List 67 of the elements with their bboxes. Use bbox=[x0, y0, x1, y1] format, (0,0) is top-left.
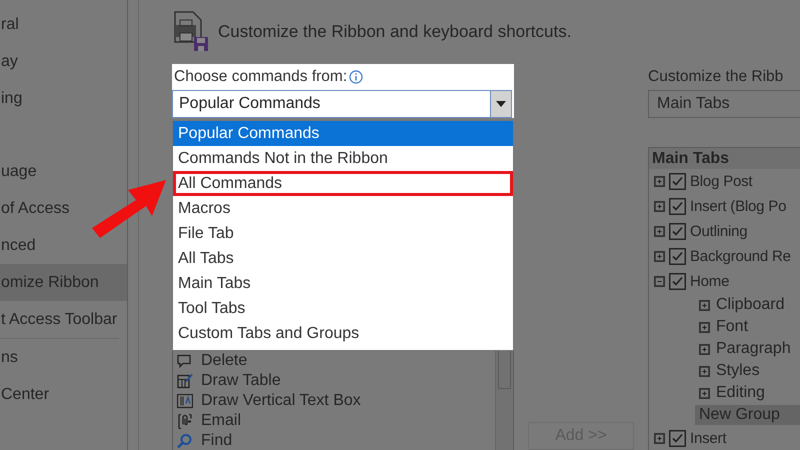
sidebar-item[interactable]: Center bbox=[0, 376, 127, 413]
caret-icon bbox=[496, 101, 506, 107]
menu-option[interactable]: Commands Not in the Ribbon bbox=[173, 146, 513, 171]
paperclip-icon bbox=[177, 414, 193, 428]
command-item[interactable]: Delete bbox=[201, 352, 248, 370]
dropdown[interactable]: Main Tabs bbox=[648, 90, 800, 118]
command-item[interactable]: Draw Vertical Text Box bbox=[201, 392, 361, 410]
tree-item[interactable]: Outlining bbox=[690, 223, 748, 240]
tree-item[interactable]: Background Re bbox=[690, 248, 791, 265]
expand-icon[interactable] bbox=[654, 251, 665, 262]
search-icon bbox=[177, 434, 193, 448]
expand-icon[interactable] bbox=[654, 201, 665, 212]
tree-item[interactable]: Font bbox=[716, 318, 748, 336]
collapse-icon[interactable] bbox=[654, 276, 665, 287]
sidebar-item[interactable]: ay bbox=[0, 43, 127, 80]
checkbox[interactable] bbox=[669, 198, 686, 215]
command-item[interactable]: Email bbox=[201, 412, 242, 430]
printer-icon bbox=[172, 11, 210, 53]
sidebar-item[interactable]: ral bbox=[0, 6, 127, 43]
tree-item[interactable]: Home bbox=[690, 273, 730, 290]
expand-icon[interactable] bbox=[699, 388, 710, 398]
menu-option[interactable]: Custom Tabs and Groups bbox=[173, 321, 513, 346]
expand-icon[interactable] bbox=[699, 300, 710, 310]
checkbox[interactable] bbox=[669, 430, 686, 447]
expand-icon[interactable] bbox=[654, 176, 665, 187]
menu-option[interactable]: Tool Tabs bbox=[173, 296, 513, 321]
comment-icon bbox=[177, 354, 193, 368]
tree-heading: Main Tabs bbox=[649, 148, 800, 169]
text-box-icon bbox=[177, 394, 193, 408]
expand-icon[interactable] bbox=[699, 344, 710, 354]
menu-option[interactable]: All Tabs bbox=[173, 246, 513, 271]
sidebar-item[interactable]: of Access bbox=[0, 190, 127, 227]
tree-item[interactable]: Styles bbox=[716, 362, 760, 380]
tree-item[interactable]: Paragraph bbox=[716, 340, 791, 358]
field-label: Customize the Ribb bbox=[648, 67, 784, 87]
tree-item[interactable]: Blog Post bbox=[690, 173, 752, 190]
sidebar-item[interactable]: omize Ribbon bbox=[0, 264, 127, 301]
menu-option[interactable]: Macros bbox=[173, 196, 513, 221]
expand-icon[interactable] bbox=[699, 366, 710, 376]
field-label: Choose commands from: bbox=[174, 67, 348, 87]
expand-icon[interactable] bbox=[654, 226, 665, 237]
tree-item[interactable]: Clipboard bbox=[716, 296, 784, 314]
section-heading: Customize the Ribbon and keyboard shortcuts. bbox=[218, 22, 572, 42]
expand-icon[interactable] bbox=[654, 433, 665, 444]
sidebar-item[interactable]: t Access Toolbar bbox=[0, 301, 127, 338]
expand-icon[interactable] bbox=[699, 322, 710, 332]
sidebar-item[interactable]: uage bbox=[0, 153, 127, 190]
tree-item[interactable]: Editing bbox=[716, 384, 765, 402]
checkbox[interactable] bbox=[669, 223, 686, 240]
menu-option[interactable]: All Commands bbox=[173, 171, 513, 196]
menu-option[interactable]: Main Tabs bbox=[173, 271, 513, 296]
menu-option[interactable]: File Tab bbox=[173, 221, 513, 246]
checkbox[interactable] bbox=[669, 273, 686, 290]
tree-item[interactable]: Insert (Blog Po bbox=[690, 198, 786, 215]
tree-item[interactable]: New Group bbox=[695, 405, 800, 425]
checkbox[interactable] bbox=[669, 248, 686, 265]
sidebar-item[interactable]: nced bbox=[0, 227, 127, 264]
tree-item[interactable]: Insert bbox=[690, 430, 726, 447]
info-icon bbox=[349, 70, 364, 84]
command-item[interactable]: Find bbox=[201, 432, 232, 450]
dropdown[interactable]: Popular Commands bbox=[172, 90, 512, 118]
checkbox[interactable] bbox=[669, 173, 686, 190]
sidebar-item[interactable]: ing bbox=[0, 80, 127, 117]
sidebar-item[interactable]: ns bbox=[0, 339, 127, 376]
command-item[interactable]: Draw Table bbox=[201, 372, 281, 390]
menu-option[interactable]: Popular Commands bbox=[173, 121, 513, 146]
table-icon bbox=[177, 374, 193, 388]
